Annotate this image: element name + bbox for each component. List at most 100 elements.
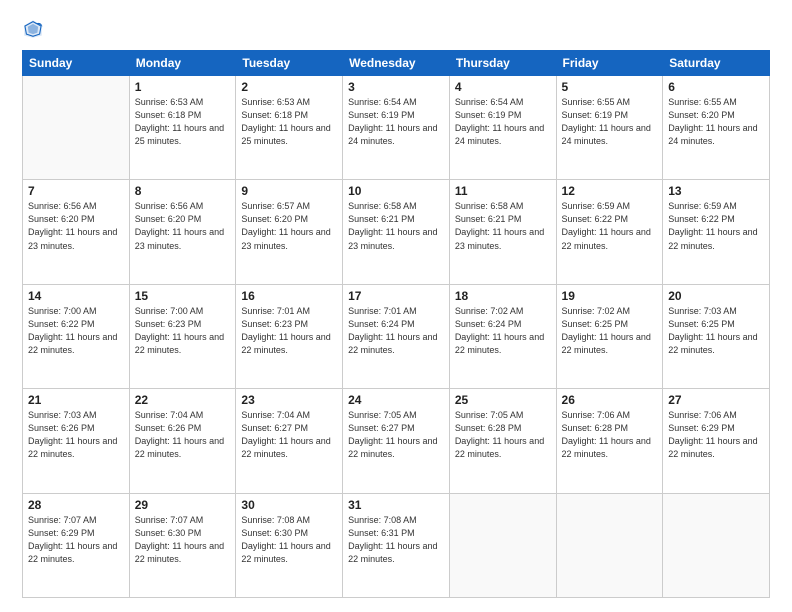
day-number: 16 [241,289,337,303]
calendar-cell: 20 Sunrise: 7:03 AMSunset: 6:25 PMDayligh… [663,284,770,388]
calendar-header: SundayMondayTuesdayWednesdayThursdayFrid… [23,51,770,76]
day-number: 19 [562,289,658,303]
cell-content: Sunrise: 7:05 AMSunset: 6:28 PMDaylight:… [455,409,551,461]
calendar-cell: 22Sunrise: 7:04 AMSunset: 6:26 PMDayligh… [129,389,236,493]
cell-content: Sunrise: 7:05 AMSunset: 6:27 PMDaylight:… [348,409,444,461]
day-number: 28 [28,498,124,512]
day-number: 21 [28,393,124,407]
calendar-cell: 28 Sunrise: 7:07 AMSunset: 6:29 PMDayligh… [23,493,130,597]
cell-content: Sunrise: 6:53 AMSunset: 6:18 PMDaylight:… [241,96,337,148]
cell-content: Sunrise: 7:08 AMSunset: 6:30 PMDaylight:… [241,514,337,566]
cell-content: Sunrise: 7:00 AMSunset: 6:22 PMDaylight:… [28,305,124,357]
day-number: 15 [135,289,231,303]
day-number: 14 [28,289,124,303]
header-cell-friday: Friday [556,51,663,76]
cell-content: Sunrise: 7:00 AMSunset: 6:23 PMDaylight:… [135,305,231,357]
calendar-cell: 4Sunrise: 6:54 AMSunset: 6:19 PMDaylight… [449,76,556,180]
calendar-cell: 10Sunrise: 6:58 AMSunset: 6:21 PMDayligh… [343,180,450,284]
header-row: SundayMondayTuesdayWednesdayThursdayFrid… [23,51,770,76]
calendar-cell: 25 Sunrise: 7:05 AMSunset: 6:28 PMDayligh… [449,389,556,493]
cell-content: Sunrise: 6:53 AMSunset: 6:18 PMDaylight:… [135,96,231,148]
calendar-cell: 19 Sunrise: 7:02 AMSunset: 6:25 PMDayligh… [556,284,663,388]
calendar-cell [556,493,663,597]
cell-content: Sunrise: 6:55 AMSunset: 6:20 PMDaylight:… [668,96,764,148]
day-number: 7 [28,184,124,198]
day-number: 12 [562,184,658,198]
calendar-cell: 26 Sunrise: 7:06 AMSunset: 6:28 PMDayligh… [556,389,663,493]
calendar-cell: 7 Sunrise: 6:56 AMSunset: 6:20 PMDaylight… [23,180,130,284]
calendar-cell: 12 Sunrise: 6:59 AMSunset: 6:22 PMDayligh… [556,180,663,284]
cell-content: Sunrise: 7:02 AMSunset: 6:25 PMDaylight:… [562,305,658,357]
day-number: 25 [455,393,551,407]
header [22,18,770,40]
cell-content: Sunrise: 7:04 AMSunset: 6:27 PMDaylight:… [241,409,337,461]
day-number: 18 [455,289,551,303]
calendar-cell [23,76,130,180]
day-number: 4 [455,80,551,94]
cell-content: Sunrise: 7:08 AMSunset: 6:31 PMDaylight:… [348,514,444,566]
cell-content: Sunrise: 6:58 AMSunset: 6:21 PMDaylight:… [455,200,551,252]
calendar-cell: 13Sunrise: 6:59 AMSunset: 6:22 PMDayligh… [663,180,770,284]
calendar-cell: 23 Sunrise: 7:04 AMSunset: 6:27 PMDayligh… [236,389,343,493]
header-cell-thursday: Thursday [449,51,556,76]
calendar-row: 28 Sunrise: 7:07 AMSunset: 6:29 PMDayligh… [23,493,770,597]
cell-content: Sunrise: 7:07 AMSunset: 6:29 PMDaylight:… [28,514,124,566]
day-number: 24 [348,393,444,407]
cell-content: Sunrise: 7:06 AMSunset: 6:28 PMDaylight:… [562,409,658,461]
calendar-cell: 21 Sunrise: 7:03 AMSunset: 6:26 PMDayligh… [23,389,130,493]
calendar-cell [663,493,770,597]
cell-content: Sunrise: 7:04 AMSunset: 6:26 PMDaylight:… [135,409,231,461]
cell-content: Sunrise: 7:03 AMSunset: 6:26 PMDaylight:… [28,409,124,461]
header-cell-monday: Monday [129,51,236,76]
day-number: 27 [668,393,764,407]
calendar-cell: 16 Sunrise: 7:01 AMSunset: 6:23 PMDayligh… [236,284,343,388]
cell-content: Sunrise: 6:59 AMSunset: 6:22 PMDaylight:… [562,200,658,252]
calendar-cell: 18 Sunrise: 7:02 AMSunset: 6:24 PMDayligh… [449,284,556,388]
calendar-row: 1 Sunrise: 6:53 AMSunset: 6:18 PMDaylight… [23,76,770,180]
header-cell-saturday: Saturday [663,51,770,76]
day-number: 6 [668,80,764,94]
cell-content: Sunrise: 7:03 AMSunset: 6:25 PMDaylight:… [668,305,764,357]
calendar-cell: 29 Sunrise: 7:07 AMSunset: 6:30 PMDayligh… [129,493,236,597]
day-number: 9 [241,184,337,198]
page: SundayMondayTuesdayWednesdayThursdayFrid… [0,0,792,612]
day-number: 11 [455,184,551,198]
calendar-cell: 15 Sunrise: 7:00 AMSunset: 6:23 PMDayligh… [129,284,236,388]
cell-content: Sunrise: 7:07 AMSunset: 6:30 PMDaylight:… [135,514,231,566]
cell-content: Sunrise: 6:56 AMSunset: 6:20 PMDaylight:… [28,200,124,252]
calendar-row: 7 Sunrise: 6:56 AMSunset: 6:20 PMDaylight… [23,180,770,284]
calendar-row: 14 Sunrise: 7:00 AMSunset: 6:22 PMDayligh… [23,284,770,388]
day-number: 1 [135,80,231,94]
day-number: 8 [135,184,231,198]
calendar-cell: 9 Sunrise: 6:57 AMSunset: 6:20 PMDaylight… [236,180,343,284]
calendar-cell: 31Sunrise: 7:08 AMSunset: 6:31 PMDayligh… [343,493,450,597]
calendar-table: SundayMondayTuesdayWednesdayThursdayFrid… [22,50,770,598]
cell-content: Sunrise: 6:55 AMSunset: 6:19 PMDaylight:… [562,96,658,148]
calendar-cell: 8 Sunrise: 6:56 AMSunset: 6:20 PMDaylight… [129,180,236,284]
cell-content: Sunrise: 6:59 AMSunset: 6:22 PMDaylight:… [668,200,764,252]
day-number: 29 [135,498,231,512]
cell-content: Sunrise: 6:56 AMSunset: 6:20 PMDaylight:… [135,200,231,252]
calendar-cell [449,493,556,597]
day-number: 20 [668,289,764,303]
calendar-cell: 1 Sunrise: 6:53 AMSunset: 6:18 PMDaylight… [129,76,236,180]
cell-content: Sunrise: 6:57 AMSunset: 6:20 PMDaylight:… [241,200,337,252]
cell-content: Sunrise: 7:06 AMSunset: 6:29 PMDaylight:… [668,409,764,461]
logo-icon [22,18,44,40]
calendar-cell: 27 Sunrise: 7:06 AMSunset: 6:29 PMDayligh… [663,389,770,493]
day-number: 26 [562,393,658,407]
logo [22,18,48,40]
calendar-cell: 14 Sunrise: 7:00 AMSunset: 6:22 PMDayligh… [23,284,130,388]
cell-content: Sunrise: 7:01 AMSunset: 6:23 PMDaylight:… [241,305,337,357]
calendar-cell: 5Sunrise: 6:55 AMSunset: 6:19 PMDaylight… [556,76,663,180]
header-cell-sunday: Sunday [23,51,130,76]
day-number: 17 [348,289,444,303]
day-number: 2 [241,80,337,94]
calendar-cell: 11 Sunrise: 6:58 AMSunset: 6:21 PMDayligh… [449,180,556,284]
header-cell-wednesday: Wednesday [343,51,450,76]
calendar-cell: 3Sunrise: 6:54 AMSunset: 6:19 PMDaylight… [343,76,450,180]
cell-content: Sunrise: 7:02 AMSunset: 6:24 PMDaylight:… [455,305,551,357]
day-number: 3 [348,80,444,94]
cell-content: Sunrise: 6:58 AMSunset: 6:21 PMDaylight:… [348,200,444,252]
day-number: 23 [241,393,337,407]
